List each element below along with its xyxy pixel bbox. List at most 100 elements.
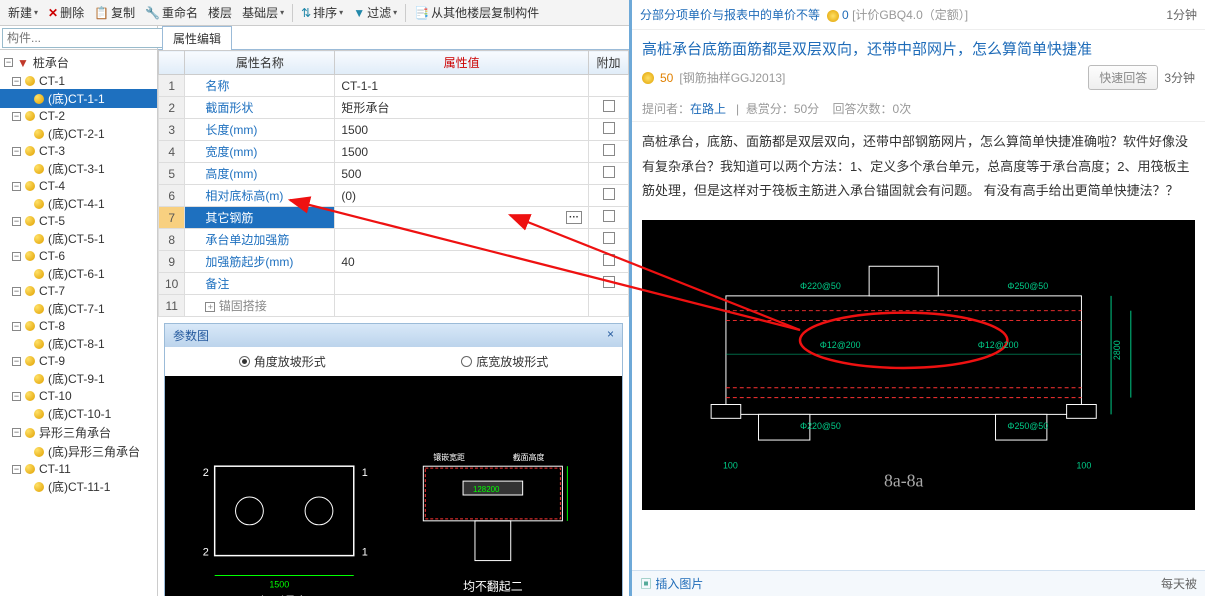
checkbox[interactable] [603,166,615,178]
prop-row[interactable]: 1名称CT-1-1 [159,75,629,97]
tree-node[interactable]: −CT-9 [0,353,157,369]
checkbox[interactable] [603,210,615,222]
rename-icon: 🔧 [145,6,160,20]
checkbox[interactable] [603,100,615,112]
tree-leaf[interactable]: (底)CT-1-1 [0,89,157,108]
tree-node[interactable]: −异形三角承台 [0,423,157,442]
copyfrom-button[interactable]: 📑从其他楼层复制构件 [410,2,543,24]
checkbox[interactable] [603,122,615,134]
tree-leaf[interactable]: (底)CT-4-1 [0,194,157,213]
prop-row[interactable]: 10备注 [159,273,629,295]
prop-row[interactable]: 2截面形状矩形承台 [159,97,629,119]
tree-leaf[interactable]: (底)CT-6-1 [0,264,157,283]
tree-node[interactable]: −CT-1 [0,73,157,89]
collapse-icon[interactable]: − [12,217,21,226]
collapse-icon[interactable]: − [12,182,21,191]
delete-button[interactable]: ✕删除 [44,2,88,24]
tree-leaf[interactable]: (底)异形三角承台 [0,442,157,461]
prop-row[interactable]: 6相对底标高(m)(0) [159,185,629,207]
param-title: 参数图 × [165,324,622,347]
coin-icon [642,72,654,84]
prop-row[interactable]: 4宽度(mm)1500 [159,141,629,163]
collapse-icon[interactable]: − [12,287,21,296]
svg-text:Φ250@50: Φ250@50 [1007,281,1048,291]
collapse-icon[interactable]: − [4,58,13,67]
bc-title[interactable]: 分部分项单价与报表中的单价不等 [640,8,820,22]
svg-text:Φ12@200: Φ12@200 [978,340,1019,350]
collapse-icon[interactable]: − [12,77,21,86]
breadcrumb: 分部分项单价与报表中的单价不等 0 [计价GBQ4.0（定额）] 1分钟 [632,0,1205,30]
prop-row[interactable]: 9加强筋起步(mm)40 [159,251,629,273]
tree-leaf[interactable]: (底)CT-7-1 [0,299,157,318]
tree-leaf[interactable]: (底)CT-8-1 [0,334,157,353]
tree-leaf[interactable]: (底)CT-10-1 [0,404,157,423]
tree-node[interactable]: −CT-5 [0,213,157,229]
tree-leaf[interactable]: (底)CT-3-1 [0,159,157,178]
sort-button[interactable]: ⇅排序▾ [297,2,347,24]
tree-panel: 🔍 − ▼ 桩承台 −CT-1(底)CT-1-1−CT-2(底)CT-2-1−C… [0,26,158,596]
tree-leaf[interactable]: (底)CT-9-1 [0,369,157,388]
tree-node[interactable]: −CT-6 [0,248,157,264]
collapse-icon[interactable]: − [12,252,21,261]
rename-button[interactable]: 🔧重命名 [141,2,202,24]
copy-button[interactable]: 📋复制 [90,2,139,24]
quick-reply-button[interactable]: 快速回答 [1088,65,1158,90]
checkbox[interactable] [603,144,615,156]
tree-node[interactable]: −CT-3 [0,143,157,159]
bullet-icon [25,76,35,86]
tree-search-input[interactable] [2,28,167,48]
collapse-icon[interactable]: − [12,147,21,156]
tree-root[interactable]: − ▼ 桩承台 [0,52,157,73]
tree-node[interactable]: −CT-8 [0,318,157,334]
copy-icon: 📋 [94,6,109,20]
new-button[interactable]: 新建▾ [4,2,42,24]
filter-button[interactable]: ▼过滤▾ [349,2,401,24]
collapse-icon[interactable]: − [12,392,21,401]
tree-leaf[interactable]: (底)CT-2-1 [0,124,157,143]
tree-node[interactable]: −CT-11 [0,461,157,477]
base-combo[interactable]: 基础层▾ [238,2,288,24]
bullet-icon [34,482,44,492]
expand-icon[interactable]: + [205,302,215,312]
svg-text:2: 2 [203,467,209,479]
checkbox[interactable] [603,232,615,244]
collapse-icon[interactable]: − [12,428,21,437]
collapse-icon[interactable]: − [12,112,21,121]
bullet-icon [34,94,44,104]
bullet-icon [34,304,44,314]
floor-button[interactable]: 楼层 [204,2,236,24]
bullet-icon [25,391,35,401]
radio-angle[interactable]: 角度放坡形式 [239,353,326,370]
prop-row[interactable]: 3长度(mm)1500 [159,119,629,141]
sort-icon: ⇅ [301,6,311,20]
svg-text:128200: 128200 [473,485,500,494]
bullet-icon [34,374,44,384]
close-icon[interactable]: × [607,327,614,341]
tree-node[interactable]: −CT-4 [0,178,157,194]
tree-leaf[interactable]: (底)CT-5-1 [0,229,157,248]
prop-row[interactable]: 7其它钢筋··· [159,207,629,229]
collapse-icon[interactable]: − [12,465,21,474]
svg-text:Φ250@50: Φ250@50 [1007,421,1048,431]
collapse-icon[interactable]: − [12,322,21,331]
collapse-icon[interactable]: − [12,357,21,366]
bullet-icon [25,216,35,226]
more-button[interactable]: ··· [566,211,582,224]
prop-row[interactable]: 8承台单边加强筋 [159,229,629,251]
tree-leaf[interactable]: (底)CT-11-1 [0,477,157,496]
checkbox[interactable] [603,254,615,266]
author-link[interactable]: 在路上 [690,102,726,116]
post-title[interactable]: 高桩承台底筋面筋都是双层双向，还带中部网片，怎么算简单快捷准 [642,38,1092,59]
insert-image-button[interactable]: ▣ 插入图片 [640,575,703,592]
checkbox[interactable] [603,276,615,288]
tree-node[interactable]: −CT-10 [0,388,157,404]
svg-text:2: 2 [203,547,209,559]
filter-icon: ▼ [353,6,365,20]
svg-text:100: 100 [1077,461,1092,471]
tree-node[interactable]: −CT-7 [0,283,157,299]
tab-props[interactable]: 属性编辑 [162,26,232,50]
checkbox[interactable] [603,188,615,200]
tree-node[interactable]: −CT-2 [0,108,157,124]
radio-width[interactable]: 底宽放坡形式 [461,353,548,370]
prop-row[interactable]: 5高度(mm)500 [159,163,629,185]
